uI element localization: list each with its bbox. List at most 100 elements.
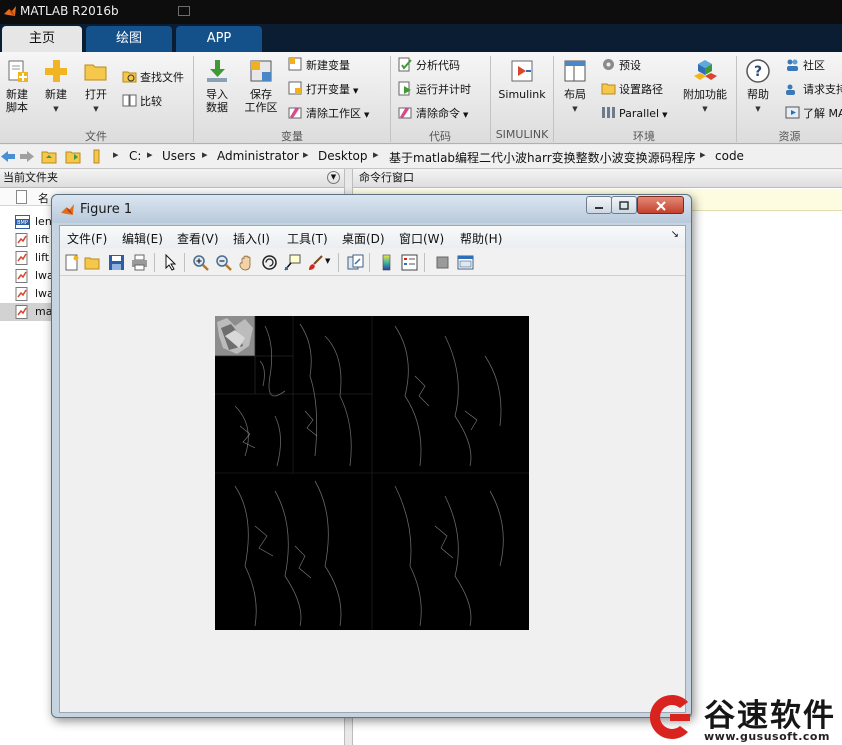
breadcrumb-separator-icon: ▸ [700,148,706,161]
data-cursor-icon[interactable] [284,254,301,271]
print-icon[interactable] [131,254,148,271]
open-file-icon[interactable] [84,254,101,271]
open-variable-button[interactable]: 打开变量 ▼ [288,81,358,99]
svg-text:?: ? [754,64,762,80]
back-arrow-icon[interactable] [0,149,16,164]
zoom-in-icon[interactable] [192,254,209,271]
support-icon [786,84,795,95]
import-data-button[interactable]: 导入 数据 [203,58,231,114]
find-files-button[interactable]: 查找文件 [122,69,184,87]
save-icon[interactable] [108,254,125,271]
tab-apps[interactable]: APP [176,26,262,52]
compare-icon [122,94,137,107]
close-icon [655,201,666,211]
parallel-button[interactable]: Parallel ▼ [601,105,667,123]
minimize-button[interactable] [586,196,612,214]
set-path-label: 设置路径 [619,83,663,96]
compare-label: 比较 [140,95,162,108]
simulink-button[interactable]: Simulink [497,58,547,101]
group-label-variable: 变量 [281,130,303,143]
brush-dropdown-chevron-icon[interactable]: ▼ [325,257,330,265]
breadcrumb-separator-icon: ▸ [147,148,153,161]
breadcrumb-separator-icon: ▸ [113,148,119,161]
browse-folder-icon[interactable] [65,149,81,164]
figure-title-bar[interactable]: Figure 1 [52,195,691,223]
zoom-out-icon[interactable] [215,254,232,271]
show-plot-tools-icon[interactable] [457,254,474,271]
link-plot-icon[interactable] [347,254,364,271]
forward-arrow-icon[interactable] [19,149,35,164]
analyze-code-button[interactable]: 分析代码 [398,57,460,75]
layout-button[interactable]: 布局 ▼ [559,58,591,116]
breadcrumb-item[interactable]: Users [162,149,196,163]
breadcrumb-separator-icon: ▸ [303,148,309,161]
select-arrow-icon[interactable] [162,254,179,271]
breadcrumb-separator-icon: ▸ [202,148,208,161]
menu-help[interactable]: 帮助(H) [460,230,502,247]
learn-matlab-button[interactable]: 了解 MA [785,105,842,123]
new-script-icon [8,60,28,82]
save-workspace-button[interactable]: 保存 工作区 [243,58,279,114]
chevron-down-icon: ▼ [463,111,469,119]
analyze-code-icon [398,57,412,72]
parallel-label: Parallel [619,107,660,120]
open-button[interactable]: 打开 ▼ [80,58,112,116]
new-script-button[interactable]: 新建 脚本 [3,58,31,114]
rotate-3d-icon[interactable] [261,254,278,271]
figure-menubar: 文件(F) 编辑(E) 查看(V) 插入(I) 工具(T) 桌面(D) 窗口(W… [60,226,685,248]
document-icon [16,190,27,204]
new-figure-icon[interactable] [63,254,80,271]
figure-title: Figure 1 [80,202,133,217]
tab-plots[interactable]: 绘图 [86,26,172,52]
file-name: lift [35,251,50,264]
tab-home[interactable]: 主页 [2,26,82,52]
menu-edit[interactable]: 编辑(E) [122,230,163,247]
brush-icon[interactable] [307,254,324,271]
gusu-watermark: 谷速软件 www.gususoft.com [644,688,842,745]
breadcrumb-item[interactable]: code [715,149,744,163]
up-folder-icon[interactable] [41,149,57,164]
watermark-brand: 谷速软件 [704,698,836,734]
menu-tools[interactable]: 工具(T) [287,230,328,247]
clear-commands-label: 清除命令 [416,107,460,120]
maximize-button[interactable] [611,196,637,214]
legend-icon[interactable] [401,254,418,271]
menu-window[interactable]: 窗口(W) [399,230,444,247]
run-and-time-button[interactable]: 运行并计时 [398,81,471,99]
request-support-button[interactable]: 请求支持 [785,81,842,99]
clear-commands-button[interactable]: 清除命令 ▼ [398,105,468,123]
menu-view[interactable]: 查看(V) [177,230,219,247]
close-button[interactable] [637,196,684,214]
addons-button[interactable]: 附加功能 ▼ [682,58,728,116]
preferences-button[interactable]: 预设 [601,57,641,75]
colorbar-icon[interactable] [378,254,395,271]
set-path-button[interactable]: 设置路径 [601,81,663,99]
breadcrumb-item[interactable]: Administrator [217,149,299,163]
breadcrumb-item[interactable]: 基于matlab编程二代小波harr变换整数小波变换源码程序 [389,149,696,166]
chevron-down-icon: ▼ [702,105,708,113]
community-button[interactable]: 社区 [785,57,825,75]
new-button[interactable]: 新建 ▼ [40,58,72,116]
breadcrumb-separator-icon: ▸ [373,148,379,161]
chevron-down-icon: ▼ [364,111,370,119]
m-file-icon [15,287,28,301]
pane-menu-chevron-icon[interactable]: ▼ [327,171,340,184]
menu-insert[interactable]: 插入(I) [233,230,270,247]
hide-plot-tools-icon[interactable] [434,254,451,271]
dock-arrow-icon[interactable]: ↘ [671,229,679,240]
breadcrumb-item[interactable]: Desktop [318,149,368,163]
m-file-icon [15,305,28,319]
menu-desktop[interactable]: 桌面(D) [342,230,385,247]
bmp-file-icon: BMP [15,215,30,229]
column-name-label: 名 [38,192,49,205]
clear-workspace-button[interactable]: 清除工作区 ▼ [288,105,369,123]
group-label-file: 文件 [85,130,107,143]
compare-button[interactable]: 比较 [122,93,162,111]
menu-file[interactable]: 文件(F) [67,230,107,247]
pan-hand-icon[interactable] [238,254,255,271]
group-label-simulink: SIMULINK [495,128,549,141]
help-button[interactable]: ? 帮助 ▼ [742,58,774,116]
breadcrumb-item[interactable]: C: [129,149,141,163]
new-variable-button[interactable]: 新建变量 [288,57,350,75]
maximize-icon [619,201,629,210]
